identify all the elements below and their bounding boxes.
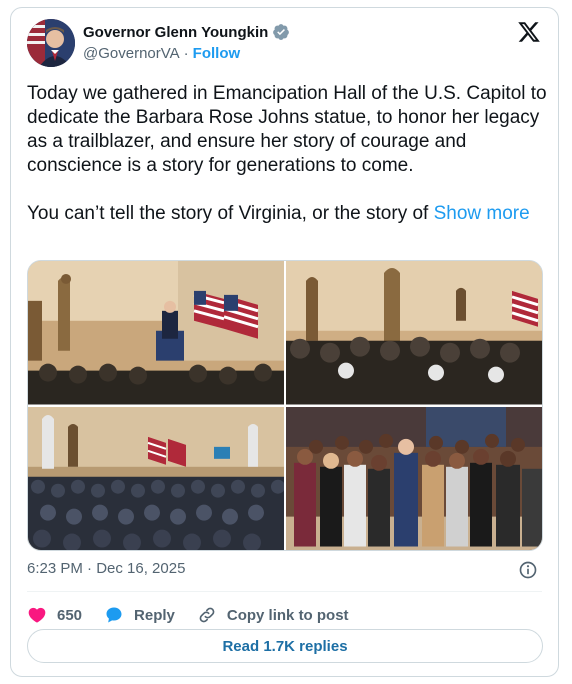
likes-count: 650 xyxy=(57,606,83,624)
copy-link-button[interactable]: Copy link to post xyxy=(197,605,349,625)
author-handle[interactable]: @GovernorVA xyxy=(83,45,180,62)
reply-button[interactable]: Reply xyxy=(104,605,175,625)
link-icon xyxy=(199,607,215,623)
info-icon[interactable] xyxy=(518,560,538,580)
read-replies-button[interactable]: Read 1.7K replies xyxy=(27,629,543,663)
reply-label: Reply xyxy=(134,606,175,624)
author-name-row: Governor Glenn Youngkin xyxy=(83,23,290,41)
verified-badge-icon xyxy=(273,24,290,40)
photo-3-image xyxy=(28,406,284,550)
photo-4-image xyxy=(286,406,542,550)
avatar-image xyxy=(27,19,75,67)
author-handle-row: @GovernorVA · Follow xyxy=(83,45,240,62)
post-timestamp[interactable]: 6:23 PM · Dec 16, 2025 xyxy=(27,560,185,577)
divider xyxy=(27,591,542,592)
read-replies-label: Read 1.7K replies xyxy=(222,637,348,655)
photo-2-image xyxy=(286,261,542,405)
photo-3[interactable] xyxy=(28,406,284,550)
action-bar: 650 Reply Copy link to post xyxy=(27,600,349,630)
like-button[interactable]: 650 xyxy=(27,605,82,625)
reply-bubble-icon xyxy=(106,607,122,623)
show-more-link[interactable]: Show more xyxy=(434,203,530,224)
follow-button[interactable]: Follow xyxy=(193,45,241,62)
photo-4[interactable] xyxy=(286,406,542,550)
photo-2[interactable] xyxy=(286,261,542,405)
author-display-name[interactable]: Governor Glenn Youngkin xyxy=(83,24,268,41)
avatar[interactable] xyxy=(27,19,75,67)
x-logo-icon[interactable] xyxy=(517,20,541,44)
handle-separator: · xyxy=(183,45,189,62)
copy-link-label: Copy link to post xyxy=(226,606,349,624)
heart-icon xyxy=(28,607,46,623)
post-text: Today we gathered in Emancipation Hall o… xyxy=(27,82,552,226)
media-grid xyxy=(27,260,543,551)
photo-1-image xyxy=(28,261,284,405)
post-card: Governor Glenn Youngkin @GovernorVA · Fo… xyxy=(10,7,559,677)
photo-1[interactable] xyxy=(28,261,284,405)
